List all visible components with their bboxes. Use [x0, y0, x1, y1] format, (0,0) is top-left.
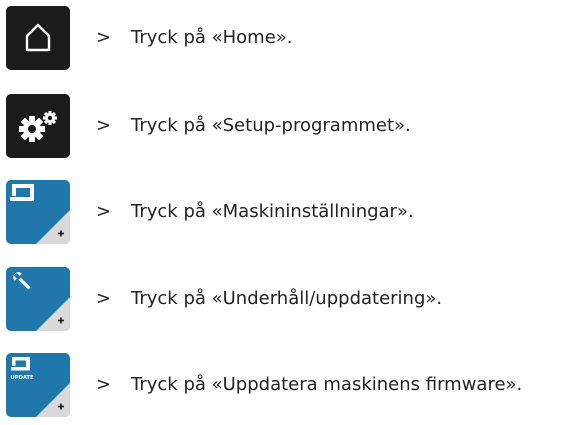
step-arrow: >	[96, 27, 112, 48]
wrench-icon	[13, 272, 70, 331]
step-maintenance: > Tryck på «Underhåll/uppdatering».	[0, 267, 582, 339]
step-arrow: >	[96, 288, 112, 309]
step-arrow: >	[96, 115, 112, 136]
step-home: > Tryck på «Home».	[0, 6, 582, 78]
step-arrow: >	[96, 374, 112, 395]
step-setup: > Tryck på «Setup-programmet».	[0, 94, 582, 166]
step-update-firmware: UPDATE > Tryck på «Uppdatera maskinens f…	[0, 353, 582, 425]
step-instruction: Tryck på «Uppdatera maskinens firmware».	[131, 374, 523, 395]
setup-button[interactable]	[6, 94, 70, 158]
maintenance-button[interactable]	[6, 267, 70, 331]
corner-triangle	[36, 210, 70, 244]
corner-triangle	[36, 383, 70, 417]
step-instruction: Tryck på «Home».	[131, 27, 293, 48]
update-icon: UPDATE	[11, 357, 70, 417]
sewing-machine-icon	[10, 184, 70, 244]
update-firmware-button[interactable]: UPDATE	[6, 353, 70, 417]
step-instruction: Tryck på «Setup-programmet».	[131, 115, 411, 136]
step-machine-settings: > Tryck på «Maskininställningar».	[0, 180, 582, 252]
machine-settings-button[interactable]	[6, 180, 70, 244]
home-icon	[25, 23, 51, 52]
home-button[interactable]	[6, 6, 70, 70]
corner-triangle	[36, 297, 70, 331]
step-arrow: >	[96, 201, 112, 222]
step-instruction: Tryck på «Underhåll/uppdatering».	[131, 288, 443, 309]
step-instruction: Tryck på «Maskininställningar».	[131, 201, 414, 222]
gears-icon	[19, 111, 57, 142]
update-label: UPDATE	[11, 375, 34, 381]
